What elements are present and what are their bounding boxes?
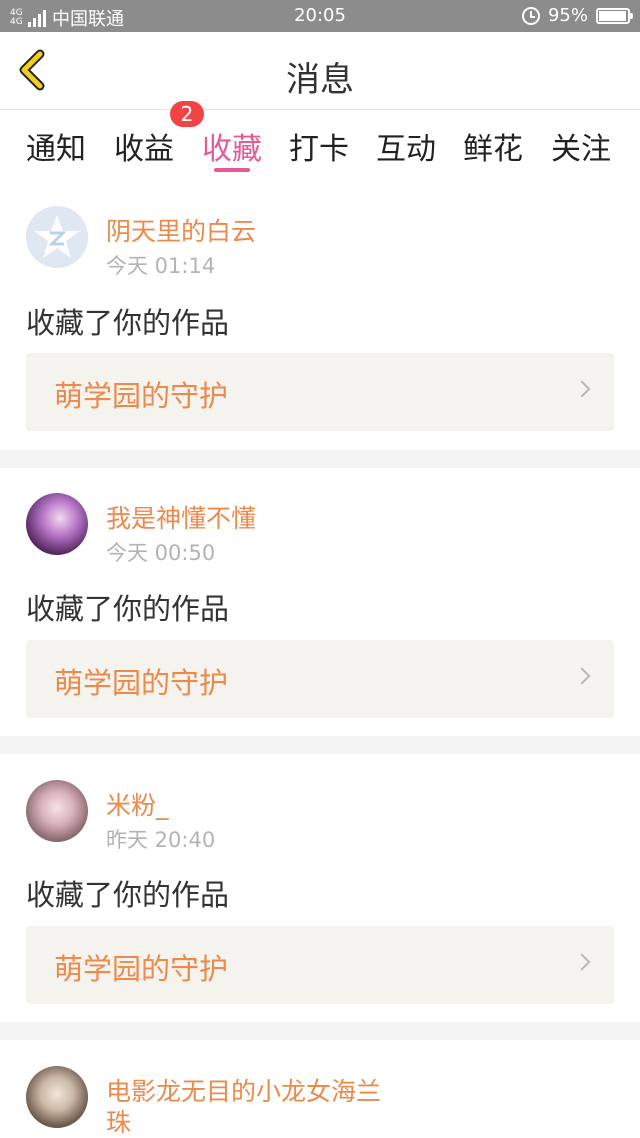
username[interactable]: 米粉_	[106, 786, 169, 822]
work-title: 萌学园的守护	[54, 379, 229, 413]
alarm-icon	[521, 6, 540, 25]
action-text: 收藏了你的作品	[26, 592, 230, 626]
work-title: 萌学园的守护	[54, 666, 229, 700]
divider	[0, 736, 640, 754]
app-header: 消息	[0, 32, 640, 110]
username[interactable]: 我是神懂不懂	[106, 499, 256, 535]
default-avatar-icon[interactable]	[26, 206, 88, 268]
work-title: 萌学园的守护	[54, 952, 229, 986]
tab-earnings[interactable]: 收益	[114, 124, 174, 168]
username-continued[interactable]: 珠	[106, 1103, 131, 1138]
avatar[interactable]	[26, 493, 88, 555]
message-card: 米粉_ 昨天 20:40 收藏了你的作品 萌学园的守护	[0, 754, 640, 1022]
page-title: 消息	[286, 60, 354, 100]
timestamp: 昨天 20:40	[106, 828, 216, 852]
chevron-right-icon	[573, 380, 591, 398]
divider	[0, 1022, 640, 1040]
tab-notifications[interactable]: 通知	[26, 124, 86, 168]
chevron-right-icon	[573, 667, 591, 685]
battery-percent: 95%	[547, 5, 588, 26]
tab-interaction[interactable]: 互动	[376, 124, 436, 168]
active-tab-indicator	[214, 168, 250, 172]
message-card: 阴天里的白云 今天 01:14 收藏了你的作品 萌学园的守护	[0, 180, 640, 450]
tab-flowers[interactable]: 鲜花	[463, 124, 523, 168]
tab-checkin[interactable]: 打卡	[289, 124, 349, 168]
avatar[interactable]	[26, 780, 88, 842]
timestamp: 今天 00:50	[106, 541, 216, 565]
chevron-right-icon	[573, 953, 591, 971]
message-card: 电影龙无目的小龙女海兰 珠	[0, 1040, 640, 1138]
tab-favorites[interactable]: 收藏	[202, 124, 262, 168]
work-link[interactable]: 萌学园的守护	[26, 353, 614, 431]
work-link[interactable]: 萌学园的守护	[26, 640, 614, 718]
status-right: 95%	[521, 5, 633, 26]
status-bar: 4G 4G 中国联通 20:05 95%	[0, 0, 640, 32]
star-icon	[26, 206, 88, 268]
message-card: 我是神懂不懂 今天 00:50 收藏了你的作品 萌学园的守护	[0, 468, 640, 736]
divider	[0, 450, 640, 468]
username[interactable]: 电影龙无目的小龙女海兰	[106, 1072, 381, 1108]
username[interactable]: 阴天里的白云	[106, 212, 256, 248]
work-link[interactable]: 萌学园的守护	[26, 926, 614, 1004]
timestamp: 今天 01:14	[106, 254, 216, 278]
battery-icon	[596, 7, 633, 24]
action-text: 收藏了你的作品	[26, 306, 230, 340]
avatar[interactable]	[26, 1066, 88, 1128]
unread-badge: 2	[170, 101, 204, 127]
tab-follow[interactable]: 关注	[551, 124, 611, 168]
action-text: 收藏了你的作品	[26, 878, 230, 912]
tab-bar: 通知 收益 收藏 打卡 互动 鲜花 关注	[0, 110, 640, 180]
